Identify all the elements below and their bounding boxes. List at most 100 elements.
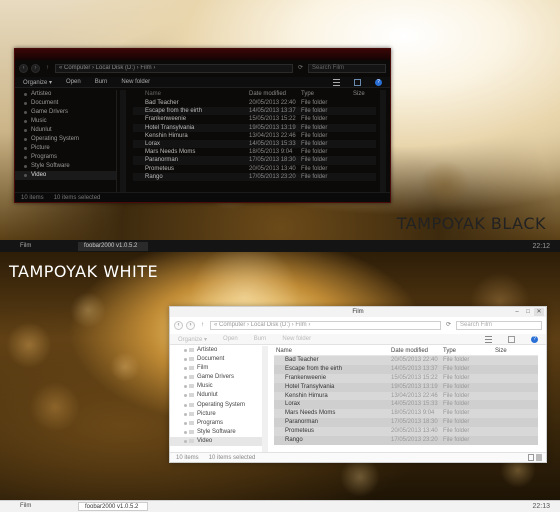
file-name: Bad Teacher bbox=[285, 357, 319, 363]
column-size[interactable]: Size bbox=[495, 346, 538, 355]
new-folder-button[interactable]: New folder bbox=[282, 336, 311, 342]
file-row[interactable]: Kenshin Himura 13/04/2013 22:46 File folde… bbox=[133, 132, 376, 140]
taskbar-item-film[interactable]: Film bbox=[14, 502, 78, 511]
view-options-icon[interactable] bbox=[333, 78, 340, 86]
help-icon[interactable]: ? bbox=[375, 78, 382, 86]
file-row[interactable]: Mars Needs Moms 18/05/2013 9:04 File folde… bbox=[274, 409, 538, 419]
clock[interactable]: 22:13 bbox=[532, 503, 550, 510]
sidebar-item-video[interactable]: Video bbox=[170, 436, 262, 447]
sidebar-item-operating-system[interactable]: Operating System bbox=[15, 135, 116, 144]
sidebar-item-game-drivers[interactable]: Game Drivers bbox=[15, 108, 116, 117]
new-folder-button[interactable]: New folder bbox=[121, 79, 150, 85]
sidebar-item-ndunlut[interactable]: Ndunlut bbox=[170, 391, 262, 400]
file-name: Rango bbox=[145, 173, 163, 180]
navigation-scrollbar[interactable] bbox=[120, 90, 126, 192]
file-row[interactable]: Frankenweenie 15/05/2013 15:22 File folder bbox=[133, 115, 376, 123]
open-button[interactable]: Open bbox=[66, 79, 81, 85]
search-input[interactable]: Search Film bbox=[308, 63, 386, 73]
up-arrow-icon[interactable]: ↑ bbox=[43, 64, 52, 73]
sidebar-item-artisteo[interactable]: Artisteo bbox=[15, 90, 116, 99]
file-name: Bad Teacher bbox=[145, 100, 179, 106]
column-name[interactable]: Name bbox=[274, 346, 391, 355]
brand-title-black: TAMPOYAK BLACK bbox=[396, 214, 546, 233]
burn-button[interactable]: Burn bbox=[254, 336, 267, 342]
column-size[interactable]: Size bbox=[353, 90, 376, 99]
address-bar-row: ‹ › ↑ « Computer › Local Disk (D:) › Fil… bbox=[15, 61, 390, 75]
taskbar-item-film[interactable]: Film bbox=[14, 242, 78, 251]
file-row[interactable]: Bad Teacher 20/05/2013 22:40 File folder bbox=[133, 99, 376, 107]
preview-pane-icon[interactable] bbox=[354, 78, 361, 86]
file-size bbox=[353, 173, 376, 181]
address-input[interactable]: « Computer › Local Disk (D:) › Film › bbox=[55, 63, 293, 73]
file-row[interactable]: Kenshin Himura 13/04/2013 22:46 File folde… bbox=[274, 391, 538, 401]
file-row[interactable]: Mars Needs Moms 18/05/2013 9:04 File folde… bbox=[133, 148, 376, 156]
sidebar-item-film[interactable]: Film bbox=[170, 364, 262, 373]
refresh-icon[interactable]: ⟳ bbox=[444, 321, 453, 330]
file-row[interactable]: Lorax 14/05/2013 15:33 File folder bbox=[133, 139, 376, 149]
sidebar-item-picture[interactable]: Picture bbox=[15, 144, 116, 153]
file-row[interactable]: Prometeus 20/05/2013 13:40 File folder bbox=[133, 165, 376, 173]
sidebar-item-document[interactable]: Document bbox=[170, 355, 262, 364]
file-row[interactable]: Bad Teacher 20/05/2013 22:40 File folder bbox=[274, 356, 538, 365]
clock[interactable]: 22:12 bbox=[532, 243, 550, 250]
help-icon[interactable]: ? bbox=[531, 335, 538, 343]
maximize-icon[interactable]: □ bbox=[523, 308, 533, 316]
search-input[interactable]: Search Film bbox=[456, 320, 542, 330]
details-view-icon[interactable] bbox=[528, 454, 534, 461]
file-type: File folder bbox=[443, 401, 470, 408]
open-button[interactable]: Open bbox=[223, 336, 238, 342]
column-type[interactable]: Type bbox=[443, 346, 495, 355]
column-type[interactable]: Type bbox=[301, 90, 353, 99]
taskbar-item-foobar[interactable]: foobar2000 v1.0.5.2 bbox=[78, 241, 148, 251]
navigation-scrollbar[interactable] bbox=[262, 346, 268, 453]
file-row[interactable]: Paranorman 17/05/2013 18:30 File folder bbox=[133, 156, 376, 165]
organize-button[interactable]: Organize ▾ bbox=[178, 336, 207, 343]
forward-arrow-icon[interactable]: › bbox=[186, 320, 195, 330]
column-date-modified[interactable]: Date modified bbox=[249, 90, 301, 99]
sidebar-item-picture[interactable]: Picture bbox=[170, 410, 262, 419]
burn-button[interactable]: Burn bbox=[95, 79, 108, 85]
sidebar-item-document[interactable]: Document bbox=[15, 99, 116, 108]
file-name: Rango bbox=[285, 437, 303, 444]
minimize-icon[interactable]: – bbox=[512, 308, 522, 316]
sidebar-item-music[interactable]: Music bbox=[15, 117, 116, 126]
file-row[interactable]: Prometeus 20/05/2013 13:40 File folder bbox=[274, 427, 538, 437]
file-row[interactable]: Rango 17/05/2013 23:20 File folder bbox=[274, 436, 538, 445]
sidebar-item-style-software[interactable]: Style Software bbox=[15, 162, 116, 171]
sidebar-item-artisteo[interactable]: Artisteo bbox=[170, 346, 262, 355]
file-list-scrollbar[interactable] bbox=[380, 90, 386, 192]
file-row[interactable]: Paranorman 17/05/2013 18:30 File folder bbox=[274, 418, 538, 428]
file-row[interactable]: Lorax 14/05/2013 15:33 File folder bbox=[274, 400, 538, 410]
column-date-modified[interactable]: Date modified bbox=[391, 346, 443, 355]
sidebar-item-programs[interactable]: Programs bbox=[170, 419, 262, 428]
file-row[interactable]: Rango 17/05/2013 23:20 File folder bbox=[133, 172, 376, 181]
sidebar-item-operating-system[interactable]: Operating System bbox=[170, 401, 262, 410]
address-input[interactable]: « Computer › Local Disk (D:) › Film › bbox=[210, 320, 441, 330]
sidebar-item-video[interactable]: Video bbox=[15, 171, 116, 180]
file-type: File folder bbox=[443, 357, 470, 363]
file-row[interactable]: Escape from the eirth 14/05/2013 13:37 Fil… bbox=[133, 107, 376, 116]
file-row[interactable]: Hotel Transylvania 19/05/2013 13:19 File f… bbox=[274, 382, 538, 392]
organize-button[interactable]: Organize ▾ bbox=[23, 79, 52, 86]
sidebar-item-style-software[interactable]: Style Software bbox=[170, 428, 262, 437]
taskbar-item-foobar[interactable]: foobar2000 v1.0.5.2 bbox=[78, 502, 148, 511]
view-options-icon[interactable] bbox=[485, 335, 492, 343]
sidebar-item-music[interactable]: Music bbox=[170, 382, 262, 391]
file-type: File folder bbox=[443, 365, 470, 372]
file-row[interactable]: Frankenweenie 15/05/2013 15:22 File folder bbox=[274, 373, 538, 383]
file-row[interactable]: Escape from the eirth 14/05/2013 13:37 Fil… bbox=[274, 364, 538, 374]
close-icon[interactable]: ✕ bbox=[534, 308, 544, 316]
sidebar-item-game-drivers[interactable]: Game Drivers bbox=[170, 373, 262, 382]
large-icons-view-icon[interactable] bbox=[536, 454, 542, 461]
file-date-modified: 13/04/2013 22:46 bbox=[391, 392, 438, 399]
forward-arrow-icon[interactable]: › bbox=[31, 63, 40, 73]
up-arrow-icon[interactable]: ↑ bbox=[198, 321, 207, 330]
back-arrow-icon[interactable]: ‹ bbox=[174, 320, 183, 330]
refresh-icon[interactable]: ⟳ bbox=[296, 64, 305, 73]
preview-pane-icon[interactable] bbox=[508, 335, 515, 343]
file-row[interactable]: Hotel Transylvania 19/05/2013 13:19 File f… bbox=[133, 123, 376, 132]
column-name[interactable]: Name bbox=[133, 90, 249, 99]
back-arrow-icon[interactable]: ‹ bbox=[19, 63, 28, 73]
sidebar-item-programs[interactable]: Programs bbox=[15, 153, 116, 162]
sidebar-item-ndunlut[interactable]: Ndunlut bbox=[15, 126, 116, 135]
